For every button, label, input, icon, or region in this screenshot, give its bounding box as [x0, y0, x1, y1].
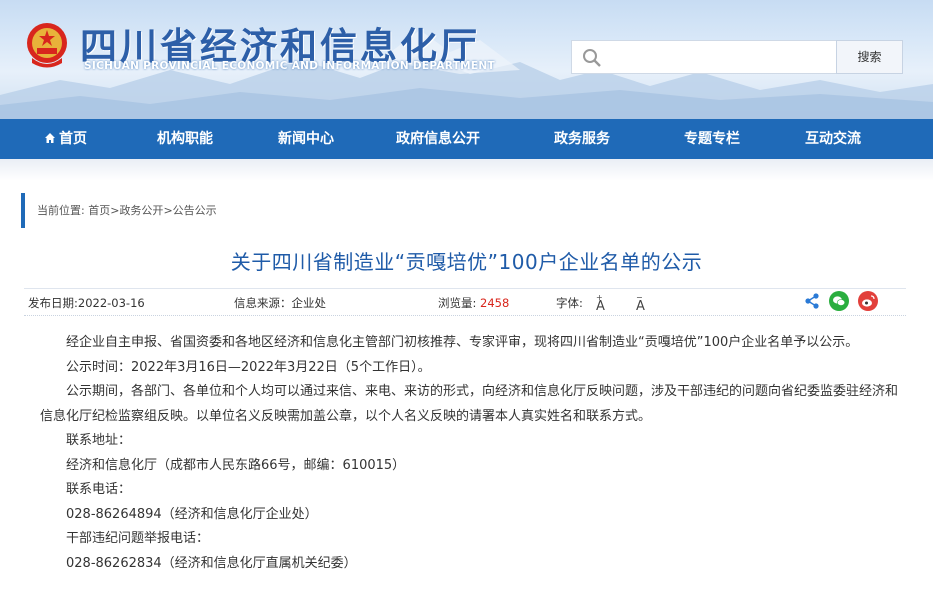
- nav-shadow: [0, 159, 933, 181]
- site-subtitle: SICHUAN PROVINCIAL ECONOMIC AND INFORMAT…: [84, 60, 495, 72]
- publish-date: 发布日期:2022-03-16: [28, 296, 145, 310]
- nav-item-interaction[interactable]: 互动交流: [773, 119, 893, 159]
- nav-item-institution[interactable]: 机构职能: [121, 119, 249, 159]
- paragraph: 公示时间：2022年3月16日—2022年3月22日（5个工作日）。: [66, 359, 431, 375]
- search-icon: [583, 49, 601, 67]
- paragraph: 联系地址：: [66, 433, 132, 448]
- font-larger-button[interactable]: A +: [596, 293, 605, 314]
- breadcrumb: 当前位置: 首页>政务公开>公告公示: [21, 193, 217, 228]
- breadcrumb-prefix: 当前位置:: [37, 204, 85, 217]
- search-input[interactable]: [608, 45, 832, 69]
- national-emblem-icon: [27, 23, 67, 68]
- share-icon[interactable]: [802, 291, 822, 311]
- font-size-label: 字体:: [556, 296, 583, 310]
- article-title: 关于四川省制造业“贡嘎培优”100户企业名单的公示: [230, 250, 703, 274]
- paragraph: 028-86264894（经济和信息化厅企业处）: [66, 506, 318, 522]
- paragraph: 经企业自主申报、省国资委和各地区经济和信息化主管部门初核推荐、专家评审，现将四川…: [66, 335, 859, 350]
- views-label-text: 浏览量:: [438, 296, 477, 310]
- weibo-icon[interactable]: [858, 291, 878, 311]
- site-header: 四川省经济和信息化厅 SICHUAN PROVINCIAL ECONOMIC A…: [0, 0, 933, 119]
- font-smaller-button[interactable]: A −: [636, 293, 645, 314]
- breadcrumb-home[interactable]: 首页: [88, 204, 110, 217]
- main-nav: 首页 机构职能 新闻中心 政府信息公开 政务服务 专题专栏 互动交流: [0, 119, 933, 159]
- views-count: 2458: [480, 296, 510, 310]
- nav-item-gov-info[interactable]: 政府信息公开: [363, 119, 513, 159]
- breadcrumb-sep: >: [163, 204, 173, 217]
- font-smaller-label: A: [636, 299, 645, 314]
- article-body: 经企业自主申报、省国资委和各地区经济和信息化主管部门初核推荐、专家评审，现将四川…: [40, 331, 900, 576]
- breadcrumb-gov-open[interactable]: 政务公开: [119, 204, 163, 217]
- paragraph: 028-86262834（经济和信息化厅直属机关纪委）: [66, 555, 357, 571]
- nav-item-home[interactable]: 首页: [0, 119, 121, 159]
- info-source: 信息来源：企业处: [234, 296, 326, 310]
- nav-item-news[interactable]: 新闻中心: [249, 119, 363, 159]
- search-button[interactable]: 搜索: [836, 40, 903, 74]
- paragraph: 联系电话：: [66, 482, 132, 497]
- font-larger-label: A: [596, 299, 605, 314]
- views-label: 浏览量: 2458: [438, 295, 509, 311]
- breadcrumb-notice[interactable]: 公告公示: [173, 204, 217, 217]
- nav-item-services[interactable]: 政务服务: [513, 119, 651, 159]
- paragraph: 干部违纪问题举报电话：: [66, 531, 210, 546]
- paragraph: 经济和信息化厅（成都市人民东路66号，邮编：610015）: [66, 457, 406, 473]
- nav-item-topics[interactable]: 专题专栏: [651, 119, 773, 159]
- nav-label: 首页: [59, 131, 87, 147]
- home-icon: [45, 133, 55, 143]
- article-meta: 发布日期:2022-03-16 信息来源：企业处 浏览量: 2458 字体: A…: [24, 288, 906, 316]
- search-box: [571, 40, 837, 74]
- paragraph: 公示期间，各部门、各单位和个人均可以通过来信、来电、来访的形式，向经济和信息化厅…: [40, 384, 899, 424]
- wechat-icon[interactable]: [829, 291, 849, 311]
